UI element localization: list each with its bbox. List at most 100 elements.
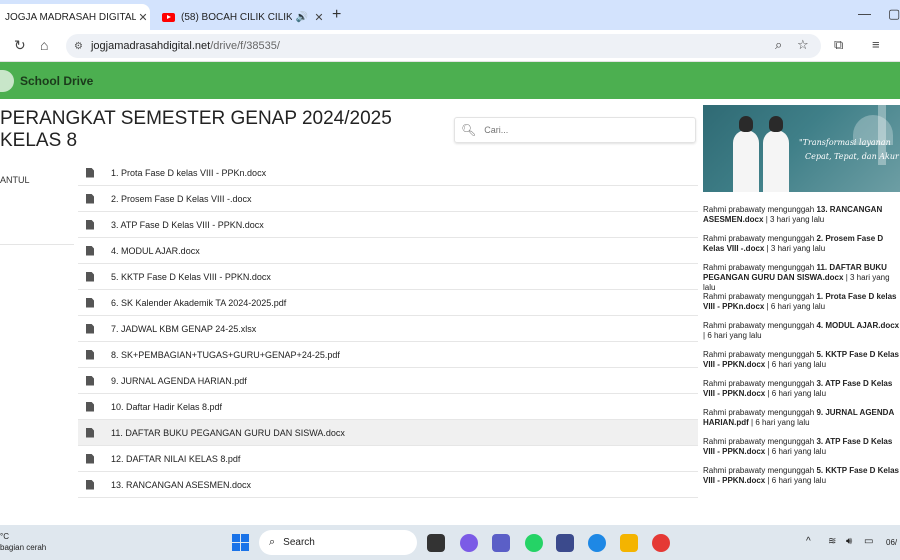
file-name[interactable]: 3. ATP Fase D Kelas VIII - PPKN.docx <box>111 220 264 230</box>
site-settings-icon[interactable]: ⚙ <box>74 41 83 52</box>
official-photo <box>733 116 759 192</box>
document-icon <box>86 219 94 230</box>
chevron-up-icon[interactable]: ^ <box>806 536 811 547</box>
app-title[interactable]: School Drive <box>20 74 93 88</box>
banner-tagline-2: Cepat, Tepat, dan Akur <box>805 152 899 161</box>
file-row[interactable]: 5. KKTP Fase D Kelas VIII - PPKN.docx <box>78 264 698 290</box>
activity-user: Rahmi prabawaty <box>703 350 766 359</box>
minimize-icon[interactable]: — <box>858 6 871 21</box>
whatsapp-icon[interactable] <box>525 534 543 552</box>
file-row[interactable]: 6. SK Kalender Akademik TA 2024-2025.pdf <box>78 290 698 316</box>
file-row[interactable]: 11. DAFTAR BUKU PEGANGAN GURU DAN SISWA.… <box>78 420 698 446</box>
file-row[interactable]: 7. JADWAL KBM GENAP 24-25.xlsx <box>78 316 698 342</box>
close-icon[interactable]: ✕ <box>312 11 326 24</box>
activity-action: mengunggah <box>767 321 815 330</box>
activity-user: Rahmi prabawaty <box>703 321 766 330</box>
official-photo <box>763 116 789 192</box>
file-row[interactable]: 9. JURNAL AGENDA HARIAN.pdf <box>78 368 698 394</box>
file-name[interactable]: 7. JADWAL KBM GENAP 24-25.xlsx <box>111 324 256 334</box>
file-row[interactable]: 3. ATP Fase D Kelas VIII - PPKN.docx <box>78 212 698 238</box>
activity-time: 3 hari yang lalu <box>770 244 826 253</box>
activity-item: Rahmi prabawaty mengunggah 2. Prosem Fas… <box>703 234 884 253</box>
copilot-icon[interactable] <box>460 534 478 552</box>
file-name[interactable]: 1. Prota Fase D kelas VIII - PPKn.docx <box>111 168 266 178</box>
activity-time: 6 hari yang lalu <box>707 331 762 340</box>
volume-icon[interactable]: 🔊︎ <box>846 536 852 547</box>
activity-user: Rahmi prabawaty <box>703 234 766 243</box>
activity-user: Rahmi prabawaty <box>703 263 766 272</box>
tab-jogja-madrasah[interactable]: JOGJA MADRASAH DIGITAL ✕ <box>0 4 150 30</box>
activity-action: mengunggah <box>767 263 815 272</box>
activity-time: 6 hari yang lalu <box>771 360 827 369</box>
weather-widget[interactable]: °C bagian cerah <box>0 531 46 553</box>
taskbar: °C bagian cerah ⌕ Search ^ ≋ 🔊︎ ▭ 06/ <box>0 525 900 560</box>
app-logo <box>0 69 14 92</box>
task-view-icon[interactable] <box>427 534 445 552</box>
file-name[interactable]: 13. RANCANGAN ASESMEN.docx <box>111 480 251 490</box>
activity-action: mengunggah <box>767 408 815 417</box>
activity-user: Rahmi prabawaty <box>703 408 766 417</box>
file-name[interactable]: 9. JURNAL AGENDA HARIAN.pdf <box>111 376 247 386</box>
close-icon[interactable]: ✕ <box>136 11 150 24</box>
reading-list-icon[interactable]: ≡ <box>872 37 880 52</box>
activity-user: Rahmi prabawaty <box>703 466 766 475</box>
taskbar-search[interactable]: ⌕ Search <box>259 530 417 555</box>
search-box[interactable]: 🔍︎ <box>454 117 696 143</box>
file-name[interactable]: 12. DAFTAR NILAI KELAS 8.pdf <box>111 454 240 464</box>
maximize-icon[interactable]: ▢ <box>888 6 900 22</box>
activity-item: Rahmi prabawaty mengunggah 5. KKTP Fase … <box>703 466 899 485</box>
search-icon: ⌕ <box>269 536 276 548</box>
file-row[interactable]: 2. Prosem Fase D Kelas VIII -.docx <box>78 186 698 212</box>
file-row[interactable]: 10. Daftar Hadir Kelas 8.pdf <box>78 394 698 420</box>
url-path: /drive/f/38535/ <box>210 40 280 52</box>
document-icon <box>86 193 94 204</box>
file-row[interactable]: 12. DAFTAR NILAI KELAS 8.pdf <box>78 446 698 472</box>
file-name[interactable]: 11. DAFTAR BUKU PEGANGAN GURU DAN SISWA.… <box>111 428 345 438</box>
new-tab-icon[interactable]: + <box>332 6 341 24</box>
activity-item: Rahmi prabawaty mengunggah 4. MODUL AJAR… <box>703 321 900 340</box>
teams-icon[interactable] <box>492 534 510 552</box>
bookmark-star-icon[interactable]: ☆ <box>797 37 809 53</box>
activity-feed: Rahmi prabawaty mengunggah 13. RANCANGAN… <box>703 205 900 495</box>
wifi-icon[interactable]: ≋ <box>828 536 836 547</box>
file-name[interactable]: 5. KKTP Fase D Kelas VIII - PPKN.docx <box>111 272 271 282</box>
activity-time: 6 hari yang lalu <box>770 302 826 311</box>
file-name[interactable]: 2. Prosem Fase D Kelas VIII -.docx <box>111 194 252 204</box>
start-icon[interactable] <box>232 534 249 551</box>
speaker-icon[interactable]: 🔊 <box>296 12 308 23</box>
taskbar-search-label: Search <box>283 537 315 548</box>
tab-title: JOGJA MADRASAH DIGITAL <box>5 11 136 23</box>
youtube-icon <box>162 12 175 22</box>
reload-icon[interactable]: ↻ <box>14 37 26 54</box>
file-explorer-icon[interactable] <box>620 534 638 552</box>
activity-time: 6 hari yang lalu <box>771 389 827 398</box>
extensions-icon[interactable]: ⧉ <box>834 37 843 53</box>
sidebar-label[interactable]: ANTUL <box>0 175 30 185</box>
search-input[interactable] <box>484 125 685 135</box>
gallery-icon[interactable] <box>556 534 574 552</box>
zoom-icon[interactable]: ⌕ <box>775 37 782 53</box>
activity-file-link[interactable]: 4. MODUL AJAR.docx <box>816 321 899 330</box>
weather-temp: °C <box>0 532 9 541</box>
address-bar[interactable]: ⚙ jogjamadrasahdigital.net/drive/f/38535… <box>66 34 821 58</box>
file-name[interactable]: 4. MODUL AJAR.docx <box>111 246 200 256</box>
battery-icon[interactable]: ▭ <box>864 536 873 547</box>
search-icon: 🔍︎ <box>461 123 477 137</box>
activity-action: mengunggah <box>767 466 815 475</box>
file-row[interactable]: 8. SK+PEMBAGIAN+TUGAS+GURU+GENAP+24-25.p… <box>78 342 698 368</box>
promo-banner: "Transformasi layanan Cepat, Tepat, dan … <box>703 105 900 192</box>
file-name[interactable]: 6. SK Kalender Akademik TA 2024-2025.pdf <box>111 298 286 308</box>
home-icon[interactable]: ⌂ <box>40 37 48 53</box>
chrome-icon[interactable] <box>652 534 670 552</box>
file-name[interactable]: 10. Daftar Hadir Kelas 8.pdf <box>111 402 222 412</box>
activity-action: mengunggah <box>767 379 815 388</box>
file-row[interactable]: 13. RANCANGAN ASESMEN.docx <box>78 472 698 498</box>
edge-icon[interactable] <box>588 534 606 552</box>
file-name[interactable]: 8. SK+PEMBAGIAN+TUGAS+GURU+GENAP+24-25.p… <box>111 350 340 360</box>
document-icon <box>86 349 94 360</box>
file-row[interactable]: 1. Prota Fase D kelas VIII - PPKn.docx <box>78 160 698 186</box>
activity-item: Rahmi prabawaty mengunggah 1. Prota Fase… <box>703 292 897 311</box>
file-row[interactable]: 4. MODUL AJAR.docx <box>78 238 698 264</box>
tab-youtube[interactable]: (58) BOCAH CILIK CILIK - NI 🔊 ✕ <box>158 4 326 30</box>
clock[interactable]: 06/ <box>886 538 897 547</box>
